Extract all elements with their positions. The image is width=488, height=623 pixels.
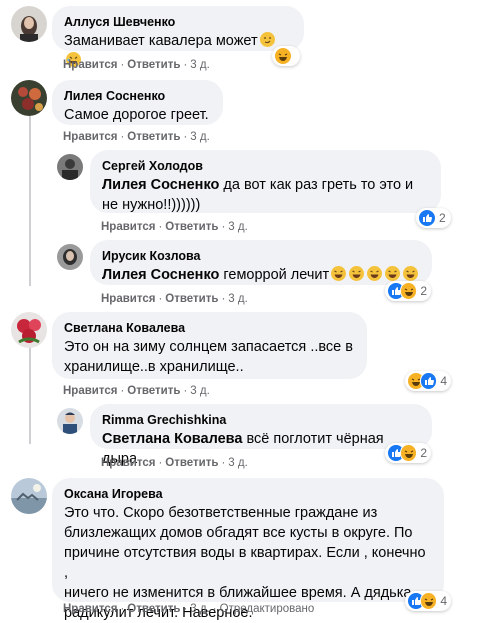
laughing-emoji-icon [348,265,365,282]
reply-link[interactable]: Ответить [165,457,218,469]
laughing-emoji-icon [402,265,419,282]
haha-reaction-icon [399,282,418,300]
comment-actions: Нравится · Ответить · 3 д. · Отредактировано [63,603,315,615]
like-link[interactable]: Нравится [63,59,117,71]
comment-author[interactable]: Аллуся Шевченко [64,14,292,30]
like-link[interactable]: Нравится [63,385,117,397]
comment-text: Лилея Сосненко геморрой лечит [102,265,420,285]
reactions-summary[interactable]: 4 [405,371,451,391]
comment-time[interactable]: 3 д. [190,131,210,143]
comment-text: Лилея Сосненко да вот как раз греть то э… [102,175,429,215]
comment-author[interactable]: Ирусик Козлова [102,248,420,264]
edited-label[interactable]: Отредактировано [220,603,315,615]
comment-bubble: Ирусик Козлова Лилея Сосненко геморрой л… [90,240,432,285]
laughing-emoji-icon [384,265,401,282]
comment-author[interactable]: Светлана Ковалева [64,320,355,336]
like-link[interactable]: Нравится [101,221,155,233]
haha-reaction-icon [274,47,292,65]
comment-author[interactable]: Оксана Игорева [64,486,432,502]
reply-link[interactable]: Ответить [127,59,180,71]
reactions-summary[interactable]: 2 [416,208,451,228]
comment-text-body: геморрой лечит [219,267,330,283]
comment-author[interactable]: Лилея Сосненко [64,88,211,104]
laughing-emoji-icon [366,265,383,282]
avatar[interactable] [11,312,47,348]
comment-text-line: причине отсутствия воды в квартирах. Есл… [64,545,426,581]
comment-text-body: Заманивает кавалера может [64,33,258,49]
comment-actions: Нравится · Ответить · 3 д. [63,385,210,397]
comment-actions: Нравится · Ответить · 3 д. [101,221,248,233]
like-reaction-icon [419,372,438,390]
comment-time[interactable]: 3 д. [228,221,248,233]
like-link[interactable]: Нравится [63,603,117,615]
reply-thread-line [29,344,31,444]
reaction-count: 4 [440,594,447,608]
comment-author[interactable]: Сергей Холодов [102,158,429,174]
like-link[interactable]: Нравится [63,131,117,143]
smirk-emoji-icon [259,31,276,48]
like-reaction-icon [418,209,436,227]
reply-link[interactable]: Ответить [165,293,218,305]
comment-time[interactable]: 3 д. [190,59,210,71]
haha-reaction-icon [399,444,418,462]
reply-thread-line [29,116,31,286]
avatar[interactable] [57,244,83,270]
comment-bubble: Светлана Ковалева Это он на зиму солнцем… [52,312,367,379]
comment-time[interactable]: 3 д. [190,385,210,397]
laughing-emoji-icon [330,265,347,282]
comment-actions: Нравится · Ответить · 3 д. [101,293,248,305]
reply-link[interactable]: Ответить [127,385,180,397]
reactions-summary[interactable]: 4 [405,591,451,611]
reactions-summary[interactable] [272,46,300,66]
mention-link[interactable]: Светлана Ковалева [102,431,242,447]
reactions-summary[interactable]: 2 [385,281,431,301]
comment-time[interactable]: 3 д. [228,457,248,469]
reply-link[interactable]: Ответить [127,603,180,615]
comment-text-line: Это что. Скоро безответственные граждане… [64,505,378,521]
avatar[interactable] [57,154,83,180]
comment-actions: Нравится · Ответить · 3 д. [63,131,210,143]
comment-time[interactable]: 3 д. [228,293,248,305]
reaction-count: 2 [439,211,446,225]
comment-text-line: хранилище..в хранилище.. [64,359,244,375]
comment-bubble: Лилея Сосненко Самое дорогое греет. [52,80,223,125]
reaction-count: 2 [420,446,427,460]
reply-link[interactable]: Ответить [127,131,180,143]
comment-text-line: ничего не изменится в ближайшее время. А… [64,585,412,601]
like-link[interactable]: Нравится [101,293,155,305]
comment-bubble: Rimma Grechishkina Светлана Ковалева всё… [90,404,432,467]
reactions-summary[interactable]: 2 [385,443,431,463]
comment-actions: Нравится · Ответить · 3 д. [101,457,248,469]
avatar[interactable] [11,478,47,514]
comment-bubble: Оксана Игорева Это что. Скоро безответст… [52,478,444,621]
comment-text: Самое дорогое греет. [64,107,209,123]
avatar[interactable] [11,6,47,42]
reaction-count: 2 [420,284,427,298]
avatar[interactable] [57,408,83,434]
comment-time[interactable]: 3 д. [190,603,210,615]
avatar[interactable] [11,80,47,116]
comment-bubble: Аллуся Шевченко Заманивает кавалера може… [52,6,304,67]
comment-bubble: Сергей Холодов Лилея Сосненко да вот как… [90,150,441,213]
like-link[interactable]: Нравится [101,457,155,469]
haha-reaction-icon [419,592,438,610]
reply-link[interactable]: Ответить [165,221,218,233]
mention-link[interactable]: Лилея Сосненко [102,267,219,283]
reaction-count: 4 [440,374,447,388]
comment-author[interactable]: Rimma Grechishkina [102,412,420,428]
mention-link[interactable]: Лилея Сосненко [102,177,219,193]
comment-text-line: близлежащих домов обгадят все кусты в ок… [64,525,413,541]
comment-actions: Нравится · Ответить · 3 д. [63,59,210,71]
comment-text-line: Это он на зиму солнцем запасается ..все … [64,339,353,355]
